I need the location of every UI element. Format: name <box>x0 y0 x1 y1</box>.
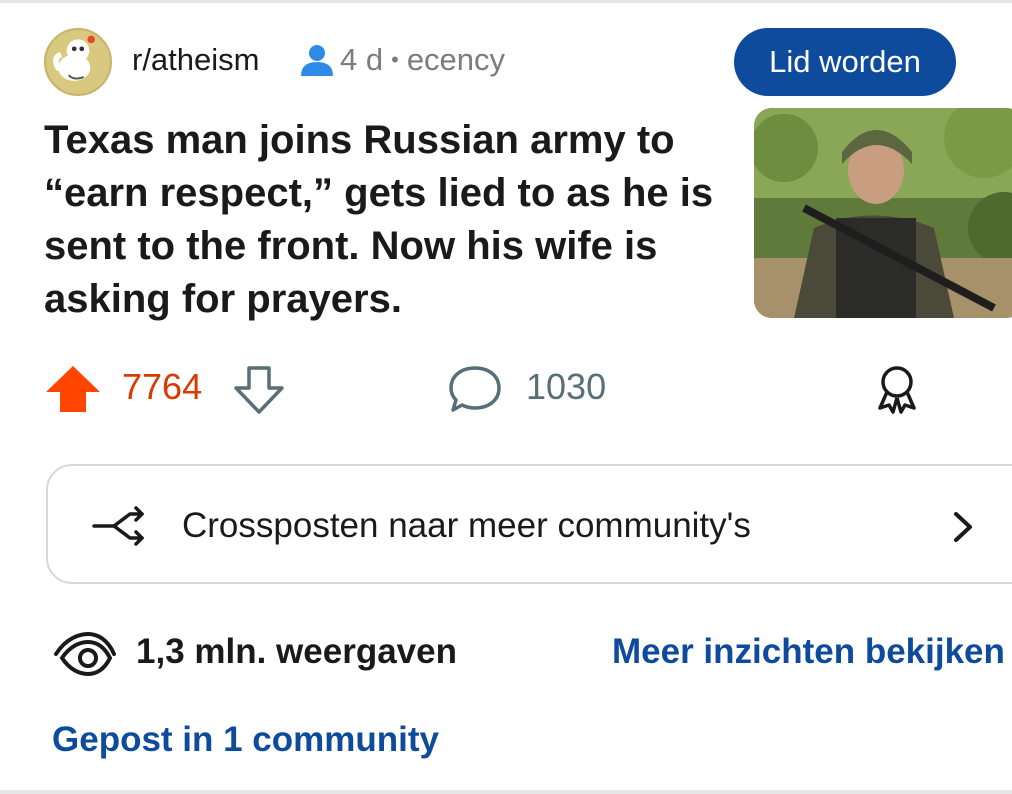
downvote-arrow-icon[interactable] <box>232 364 286 416</box>
insights-link[interactable]: Meer inzichten bekijken <box>612 632 1005 672</box>
award-ribbon-icon[interactable] <box>876 364 918 414</box>
crosspost-arrows-icon <box>92 506 144 546</box>
comment-count[interactable]: 1030 <box>526 366 606 408</box>
view-count: 1,3 mln. weergaven <box>136 632 457 671</box>
views-row: 1,3 mln. weergaven Meer inzichten bekijk… <box>52 624 1012 684</box>
bottom-divider <box>0 790 1012 794</box>
top-divider <box>0 0 1012 3</box>
eye-icon <box>54 631 116 677</box>
post-meta: 4 d • ecency <box>298 42 505 78</box>
subreddit-name[interactable]: r/atheism <box>132 42 259 78</box>
subreddit-avatar-icon[interactable] <box>44 28 112 96</box>
upvote-arrow-icon[interactable] <box>44 364 102 414</box>
crosspost-label: Crossposten naar meer community's <box>182 506 751 545</box>
meta-separator: • <box>391 47 399 72</box>
post-age: 4 d <box>340 42 384 77</box>
crosspost-button[interactable]: Crossposten naar meer community's <box>46 464 1012 584</box>
posted-in-link[interactable]: Gepost in 1 community <box>52 720 439 760</box>
post-thumbnail[interactable] <box>754 108 1012 318</box>
chevron-right-icon <box>954 512 972 542</box>
vote-score: 7764 <box>122 366 203 407</box>
post-title[interactable]: Texas man joins Russian army to “earn re… <box>44 114 724 326</box>
join-button[interactable]: Lid worden <box>734 28 956 96</box>
post-author[interactable]: ecency <box>407 42 505 78</box>
person-icon <box>301 45 333 76</box>
post-header: r/atheism 4 d • ecency Lid worden <box>44 28 964 98</box>
speech-bubble-icon[interactable] <box>448 364 502 414</box>
action-bar: 7764 1030 <box>44 360 944 416</box>
